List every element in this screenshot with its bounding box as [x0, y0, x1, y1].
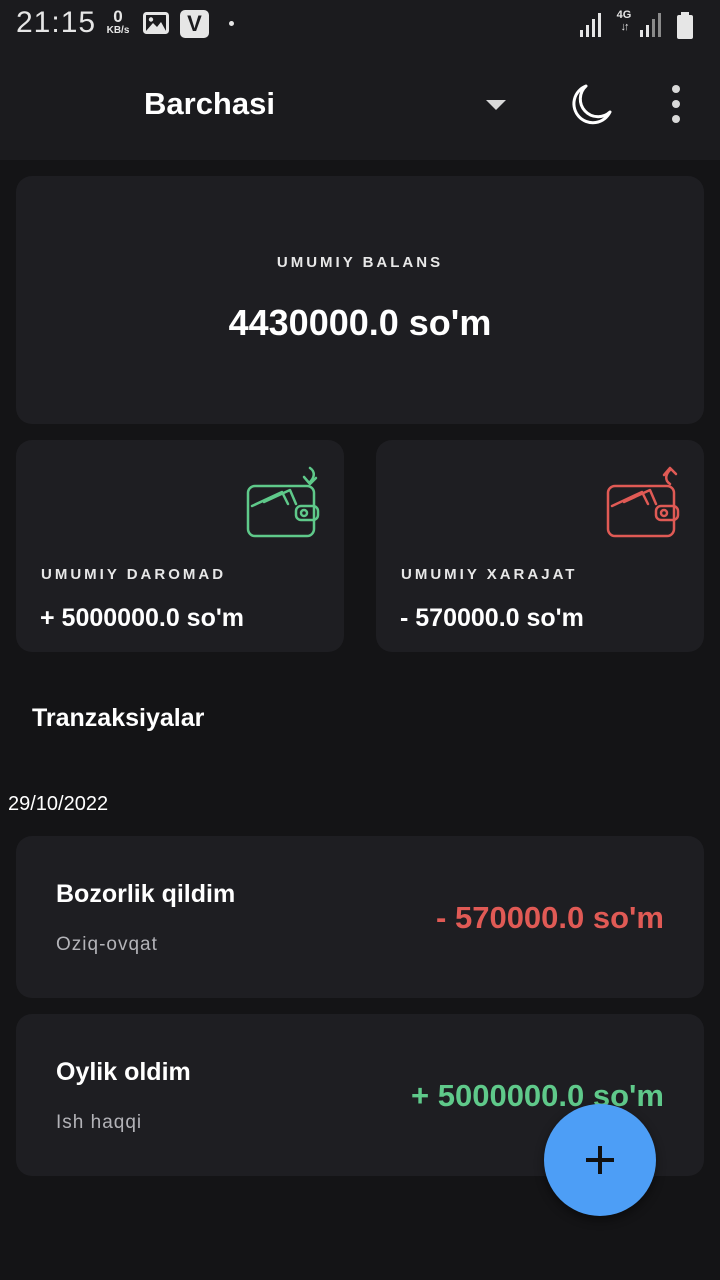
wallet-income-icon [244, 462, 322, 540]
status-time: 21:15 [16, 6, 97, 39]
dropdown-arrow-icon[interactable] [484, 98, 508, 112]
wallet-expense-icon [604, 462, 682, 540]
balance-card: UMUMIY BALANS 4430000.0 so'm [16, 176, 704, 424]
transaction-category: Ish haqqi [56, 1112, 143, 1133]
v-app-icon: V [180, 10, 209, 38]
battery-icon [676, 12, 694, 45]
add-transaction-button[interactable] [544, 1104, 656, 1216]
plus-icon [586, 1146, 614, 1174]
transactions-title: Tranzaksiyalar [32, 704, 205, 732]
expense-card: UMUMIY XARAJAT - 570000.0 so'm [376, 440, 704, 652]
app-bar: Barchasi [0, 50, 720, 160]
gallery-icon [143, 12, 169, 39]
network-speed-value: 0 [113, 7, 123, 26]
transaction-date: 29/10/2022 [8, 793, 109, 815]
network-speed-unit: KB/s [106, 25, 130, 36]
filter-title[interactable]: Barchasi [144, 86, 275, 122]
network-type: 4G ↓↑ [616, 9, 632, 33]
income-value: + 5000000.0 so'm [40, 604, 245, 632]
income-card: UMUMIY DAROMAD + 5000000.0 so'm [16, 440, 344, 652]
status-bar: 21:15 0 KB/s V 4G ↓↑ [0, 0, 720, 50]
expense-label: UMUMIY XARAJAT [401, 566, 578, 583]
signal-icon [640, 12, 664, 43]
signal-icon [580, 12, 604, 43]
network-type-label: 4G [616, 9, 632, 21]
income-label: UMUMIY DAROMAD [41, 566, 227, 583]
transaction-amount: + 5000000.0 so'm [411, 1078, 664, 1113]
app-screen: 21:15 0 KB/s V 4G ↓↑ Barchasi UMUMIY BAL… [0, 0, 720, 1280]
transaction-category: Oziq-ovqat [56, 934, 158, 955]
transaction-title: Bozorlik qildim [56, 880, 236, 908]
moon-icon[interactable] [568, 82, 614, 128]
notification-dot-icon [229, 21, 234, 26]
transaction-item[interactable]: Bozorlik qildim Oziq-ovqat - 570000.0 so… [16, 836, 704, 998]
balance-value: 4430000.0 so'm [228, 302, 492, 343]
transaction-amount: - 570000.0 so'm [436, 900, 664, 935]
expense-value: - 570000.0 so'm [400, 604, 584, 632]
network-speed: 0 KB/s [103, 8, 133, 36]
balance-label: UMUMIY BALANS [276, 254, 444, 271]
transaction-title: Oylik oldim [56, 1058, 191, 1086]
more-vert-icon[interactable] [664, 84, 688, 124]
